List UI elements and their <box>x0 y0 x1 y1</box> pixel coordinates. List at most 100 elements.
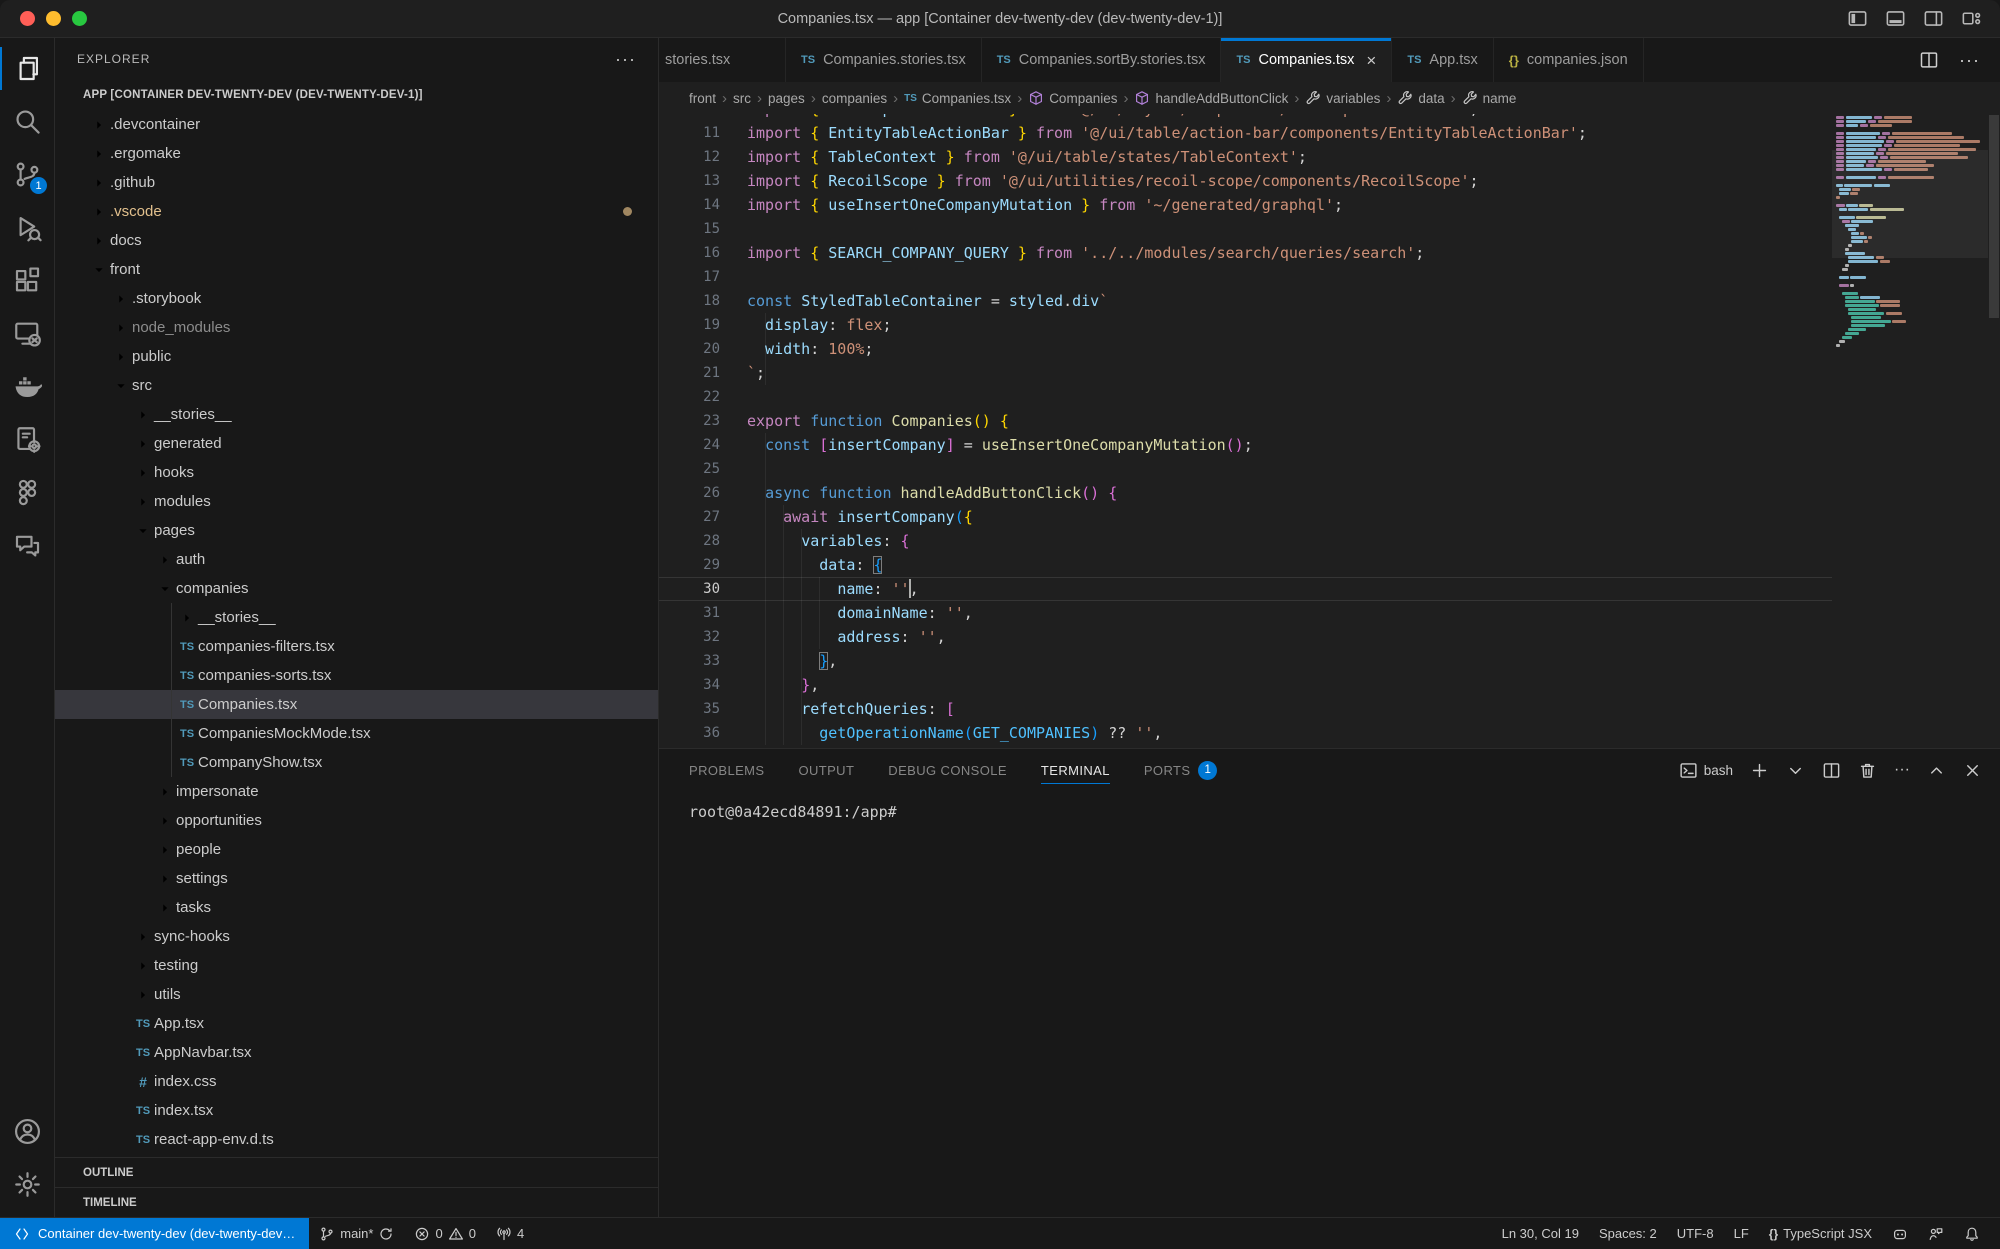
tree-folder-people[interactable]: people <box>55 835 658 864</box>
breadcrumb-item-handleaddbuttonclick[interactable]: handleAddButtonClick <box>1134 90 1288 106</box>
tree-folder--stories-[interactable]: __stories__ <box>55 400 658 429</box>
tree-folder-opportunities[interactable]: opportunities <box>55 806 658 835</box>
macos-close-button[interactable] <box>20 11 35 26</box>
panel-tab-ports[interactable]: PORTS1 <box>1144 749 1218 791</box>
tree-file-companiesmockmode-tsx[interactable]: TSCompaniesMockMode.tsx <box>55 719 658 748</box>
statusbar-git-branch[interactable]: main* <box>309 1218 404 1249</box>
close-icon[interactable]: × <box>1366 52 1376 69</box>
terminal-dropdown-icon[interactable] <box>1786 761 1805 780</box>
statusbar-copilot[interactable] <box>1882 1218 1918 1249</box>
tree-folder-hooks[interactable]: hooks <box>55 458 658 487</box>
tree-file-companyshow-tsx[interactable]: TSCompanyShow.tsx <box>55 748 658 777</box>
tree-folder--github[interactable]: .github <box>55 168 658 197</box>
statusbar-indentation[interactable]: Spaces: 2 <box>1589 1218 1667 1249</box>
tree-folder--stories-[interactable]: __stories__ <box>55 603 658 632</box>
tree-file-companies-tsx[interactable]: TSCompanies.tsx <box>55 690 658 719</box>
scrollbar-thumb[interactable] <box>1989 115 1999 318</box>
tree-file-companies-filters-tsx[interactable]: TScompanies-filters.tsx <box>55 632 658 661</box>
panel-more-actions-icon[interactable]: ··· <box>1894 762 1910 778</box>
tree-folder-tasks[interactable]: tasks <box>55 893 658 922</box>
remote-indicator[interactable]: Container dev-twenty-dev (dev-twenty-dev… <box>0 1218 309 1249</box>
breadcrumb-item-companies[interactable]: companies <box>822 91 887 106</box>
minimap[interactable] <box>1832 114 1988 748</box>
statusbar-feedback[interactable] <box>1918 1218 1954 1249</box>
activity-item-chat[interactable] <box>0 519 54 572</box>
statusbar-notifications[interactable] <box>1954 1218 1990 1249</box>
more-actions-icon[interactable]: ··· <box>1959 50 1980 71</box>
code-editor[interactable]: 10import { WithTopBarContainer } from '@… <box>659 114 2000 748</box>
breadcrumb-item-companies-tsx[interactable]: TSCompanies.tsx <box>904 91 1011 106</box>
tree-folder-settings[interactable]: settings <box>55 864 658 893</box>
tree-folder-front[interactable]: front <box>55 255 658 284</box>
statusbar-encoding[interactable]: UTF-8 <box>1667 1218 1724 1249</box>
tree-folder-auth[interactable]: auth <box>55 545 658 574</box>
statusbar-cursor-position[interactable]: Ln 30, Col 19 <box>1492 1218 1589 1249</box>
workspace-section-header[interactable]: APP [CONTAINER DEV-TWENTY-DEV (DEV-TWENT… <box>55 80 658 110</box>
activity-item-remote-explorer[interactable] <box>0 307 54 360</box>
statusbar-problems[interactable]: 00 <box>404 1218 485 1249</box>
breadcrumb-item-front[interactable]: front <box>689 91 716 106</box>
activity-item-figma[interactable] <box>0 466 54 519</box>
breadcrumb-item-src[interactable]: src <box>733 91 751 106</box>
terminal-content[interactable]: root@0a42ecd84891:/app# <box>659 791 2000 1217</box>
activity-item-docker[interactable] <box>0 360 54 413</box>
split-terminal-icon[interactable] <box>1822 761 1841 780</box>
panel-tab-output[interactable]: OUTPUT <box>798 749 854 791</box>
tab-companies-stories-tsx[interactable]: TSCompanies.stories.tsx <box>786 38 982 82</box>
panel-tab-debug-console[interactable]: DEBUG CONSOLE <box>888 749 1007 791</box>
tree-file-index-css[interactable]: #index.css <box>55 1067 658 1096</box>
tab-companies-json[interactable]: {}companies.json <box>1494 38 1644 82</box>
layout-sidebar-right-icon[interactable] <box>1923 8 1944 29</box>
tab-stories-tsx[interactable]: stories.tsx <box>659 38 786 82</box>
maximize-panel-icon[interactable] <box>1927 761 1946 780</box>
breadcrumb-item-name[interactable]: name <box>1462 90 1517 106</box>
panel-tab-terminal[interactable]: TERMINAL <box>1041 749 1110 791</box>
activity-item-explorer[interactable] <box>0 42 54 95</box>
tree-folder-docs[interactable]: docs <box>55 226 658 255</box>
tree-folder-sync-hooks[interactable]: sync-hooks <box>55 922 658 951</box>
tree-folder-pages[interactable]: pages <box>55 516 658 545</box>
tree-folder-utils[interactable]: utils <box>55 980 658 1009</box>
split-icon[interactable] <box>1919 50 1939 70</box>
tree-folder-public[interactable]: public <box>55 342 658 371</box>
timeline-section[interactable]: TIMELINE <box>55 1187 658 1217</box>
activity-item-settings-gear[interactable] <box>0 1158 54 1211</box>
tree-folder-modules[interactable]: modules <box>55 487 658 516</box>
tree-folder-impersonate[interactable]: impersonate <box>55 777 658 806</box>
close-panel-icon[interactable] <box>1963 761 1982 780</box>
tree-folder--ergomake[interactable]: .ergomake <box>55 139 658 168</box>
tree-file-index-tsx[interactable]: TSindex.tsx <box>55 1096 658 1125</box>
tree-folder-node-modules[interactable]: node_modules <box>55 313 658 342</box>
activity-item-source-control[interactable]: 1 <box>0 148 54 201</box>
tab-companies-tsx[interactable]: TSCompanies.tsx× <box>1221 38 1392 82</box>
breadcrumb-item-pages[interactable]: pages <box>768 91 805 106</box>
statusbar-eol[interactable]: LF <box>1724 1218 1759 1249</box>
statusbar-ports-forwarded[interactable]: 4 <box>486 1218 534 1249</box>
layout-customize-icon[interactable] <box>1961 8 1982 29</box>
new-terminal-icon[interactable] <box>1750 761 1769 780</box>
breadcrumb-item-data[interactable]: data <box>1397 90 1444 106</box>
tree-file-react-app-env-d-ts[interactable]: TSreact-app-env.d.ts <box>55 1125 658 1154</box>
tree-folder--storybook[interactable]: .storybook <box>55 284 658 313</box>
panel-tab-problems[interactable]: PROBLEMS <box>689 749 764 791</box>
activity-item-search[interactable] <box>0 95 54 148</box>
macos-zoom-button[interactable] <box>72 11 87 26</box>
tree-folder-testing[interactable]: testing <box>55 951 658 980</box>
statusbar-language-mode[interactable]: {}TypeScript JSX <box>1759 1218 1882 1249</box>
tree-folder-generated[interactable]: generated <box>55 429 658 458</box>
tab-companies-sortby-stories-tsx[interactable]: TSCompanies.sortBy.stories.tsx <box>982 38 1222 82</box>
macos-minimize-button[interactable] <box>46 11 61 26</box>
minimap-viewport[interactable] <box>1832 150 1988 258</box>
tree-file-appnavbar-tsx[interactable]: TSAppNavbar.tsx <box>55 1038 658 1067</box>
tab-app-tsx[interactable]: TSApp.tsx <box>1392 38 1493 82</box>
tree-folder--vscode[interactable]: .vscode <box>55 197 658 226</box>
activity-item-container-tools[interactable] <box>0 413 54 466</box>
layout-panel-icon[interactable] <box>1885 8 1906 29</box>
activity-item-extensions[interactable] <box>0 254 54 307</box>
explorer-more-actions-icon[interactable]: ··· <box>615 49 636 70</box>
activity-item-run-debug[interactable] <box>0 201 54 254</box>
tree-folder--devcontainer[interactable]: .devcontainer <box>55 110 658 139</box>
tree-file-app-tsx[interactable]: TSApp.tsx <box>55 1009 658 1038</box>
breadcrumb-item-companies[interactable]: Companies <box>1028 90 1117 106</box>
vertical-scrollbar[interactable] <box>1988 114 2000 748</box>
